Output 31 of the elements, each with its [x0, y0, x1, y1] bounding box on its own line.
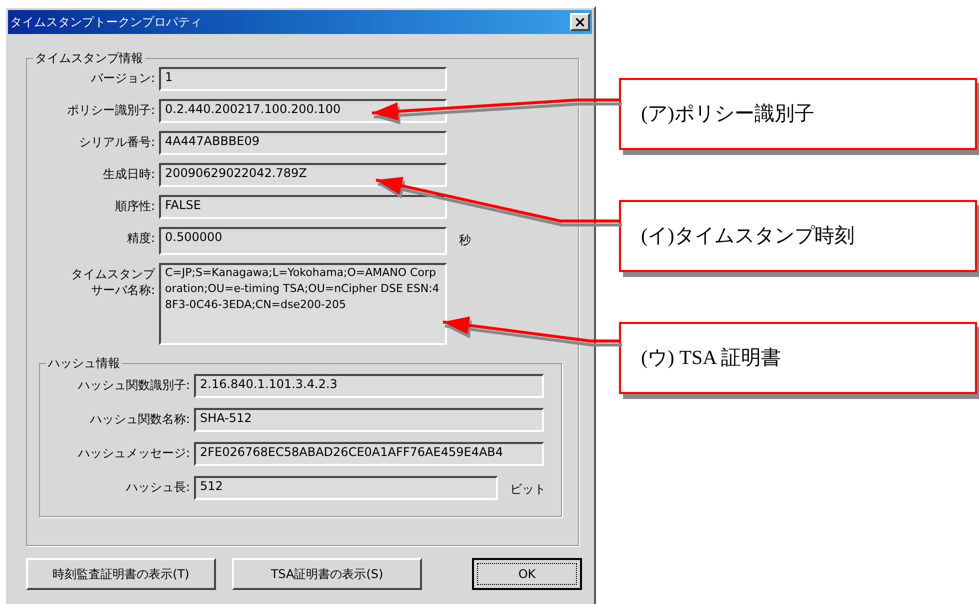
field-label: バージョン: [90, 70, 155, 86]
dialog-button[interactable]: 時刻監査証明書の表示(T) [26, 558, 216, 590]
text-field[interactable]: C=JP;S=Kanagawa;L=Yokohama;O=AMANO Corporation;OU=e-timing TSA;OU=nCipher DSE ESN:48F3-0C46-3EDA;CN=dse200-205 [159, 263, 447, 345]
text-field[interactable]: 2.16.840.1.101.3.4.2.3 [194, 374, 544, 398]
text-field[interactable]: SHA-512 [194, 408, 544, 432]
field-label: ハッシュ長: [124, 479, 190, 495]
field-label: ハッシュ関数識別子: [76, 377, 190, 393]
field-label: ポリシー識別子: [66, 102, 155, 118]
dialog-button[interactable]: TSA証明書の表示(S) [232, 558, 422, 590]
text-field[interactable]: 4A447ABBBE09 [159, 131, 447, 155]
field-label: シリアル番号: [78, 134, 155, 150]
text-field[interactable]: FALSE [159, 195, 447, 219]
text-field[interactable]: 0.2.440.200217.100.200.100 [159, 99, 447, 123]
field-label: 精度: [126, 230, 155, 246]
group-title: タイムスタンプ情報 [33, 50, 145, 66]
field-label: 生成日時: [102, 166, 155, 182]
text-field[interactable]: 20090629022042.789Z [159, 163, 447, 187]
text-field[interactable]: 0.500000 [159, 227, 447, 255]
unit-label: ビット [510, 481, 546, 498]
close-button[interactable]: × [570, 13, 590, 31]
group-title: ハッシュ情報 [46, 355, 122, 371]
field-label: タイムスタンプ サーバ名称: [70, 266, 155, 298]
window-title: タイムスタンプトークンプロパティ [10, 14, 202, 31]
text-field[interactable]: 1 [159, 67, 447, 91]
unit-label: 秒 [459, 232, 471, 249]
field-label: ハッシュメッセージ: [76, 445, 190, 461]
text-field[interactable]: 512 [194, 476, 498, 500]
field-label: 順序性: [114, 198, 155, 214]
ok-button[interactable]: OK [472, 558, 582, 590]
field-label: ハッシュ関数名称: [88, 411, 190, 427]
text-field[interactable]: 2FE026768EC58ABAD26CE0A1AFF76AE459E4AB4 [194, 442, 544, 466]
